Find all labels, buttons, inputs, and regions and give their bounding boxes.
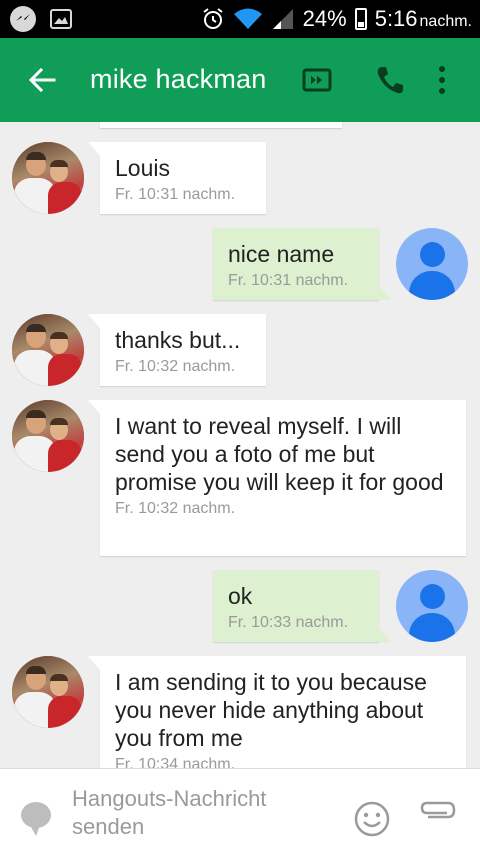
message-bubble-incoming[interactable]: Louis Fr. 10:31 nachm.: [88, 142, 266, 214]
message-bubble-incoming[interactable]: thanks but... Fr. 10:32 nachm.: [88, 314, 266, 386]
clock: 5:16 nachm.: [374, 6, 472, 31]
message-time: Fr. 10:33 nachm.: [228, 614, 349, 631]
status-bar: 24% 5:16 nachm.: [0, 0, 480, 38]
avatar[interactable]: [12, 142, 84, 214]
message-text: ok: [228, 583, 253, 609]
alarm-icon: [203, 8, 223, 29]
attach-icon[interactable]: [418, 797, 458, 823]
avatar[interactable]: [12, 656, 84, 728]
message-input[interactable]: Hangouts-Nachricht senden: [72, 785, 322, 841]
user-avatar[interactable]: [396, 228, 468, 300]
avatar[interactable]: [12, 314, 84, 386]
message-text: Louis: [115, 155, 170, 181]
more-vert-icon[interactable]: [432, 64, 452, 96]
message-text: thanks but...: [115, 327, 241, 353]
message-time: Fr. 10:32 nachm.: [115, 358, 236, 375]
message-bubble-outgoing[interactable]: nice name Fr. 10:31 nachm.: [213, 228, 391, 300]
wifi-icon: [233, 8, 262, 29]
chat-bubble-icon: [21, 802, 51, 836]
emoji-icon[interactable]: [354, 801, 390, 837]
message-bubble-incoming[interactable]: I want to reveal myself. I will send you…: [88, 400, 466, 556]
message-time: Fr. 10:31 nachm.: [115, 186, 236, 203]
video-call-icon[interactable]: [302, 66, 332, 94]
message-bubble-outgoing[interactable]: ok Fr. 10:33 nachm.: [213, 570, 391, 642]
message-time: Fr. 10:32 nachm.: [115, 500, 236, 517]
avatar[interactable]: [12, 400, 84, 472]
conversation-title: mike hackman: [90, 64, 267, 94]
back-arrow-icon[interactable]: [24, 62, 60, 98]
message-time: Fr. 10:34 nachm.: [115, 756, 236, 768]
message-text: I want to reveal myself. I will send you…: [115, 413, 444, 495]
previous-message-bubble: [100, 122, 342, 128]
notification-icons: [10, 6, 72, 32]
battery-percent: 24%: [302, 6, 347, 31]
message-text: nice name: [228, 241, 335, 267]
message-time: Fr. 10:31 nachm.: [228, 272, 349, 289]
system-indicators: 24% 5:16 nachm.: [201, 0, 472, 38]
message-bubble-incoming[interactable]: I am sending it to you because you never…: [88, 656, 466, 768]
message-text: I am sending it to you because you never…: [115, 669, 427, 751]
messenger-icon: [10, 6, 36, 32]
app-bar: mike hackman: [0, 38, 480, 122]
message-composer: Hangouts-Nachricht senden: [0, 768, 480, 854]
message-list[interactable]: Louis Fr. 10:31 nachm. nice name Fr. 10:…: [0, 122, 480, 768]
gallery-icon: [50, 9, 72, 29]
phone-icon[interactable]: [374, 64, 406, 96]
signal-icon: [272, 9, 293, 29]
battery-icon: [354, 8, 367, 30]
user-avatar[interactable]: [396, 570, 468, 642]
